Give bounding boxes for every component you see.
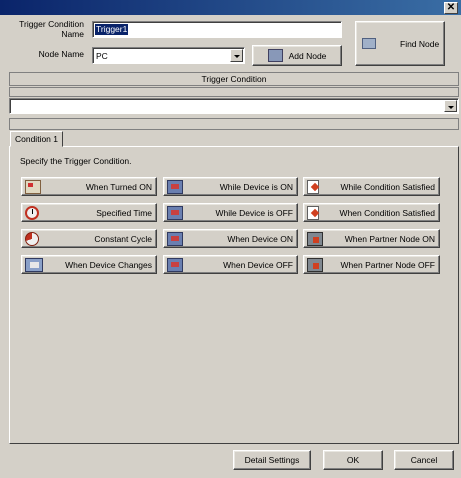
- close-button[interactable]: ✕: [444, 2, 458, 14]
- screen-icon: [167, 205, 183, 220]
- add-node-icon: [267, 49, 283, 62]
- condition-doc-icon: [307, 179, 319, 194]
- node-name-value: PC: [96, 51, 108, 61]
- title-bar: [0, 0, 461, 15]
- trigger-button-label: Constant Cycle: [94, 233, 152, 244]
- detail-settings-button[interactable]: Detail Settings: [233, 450, 311, 470]
- condition-doc-icon: [307, 205, 319, 220]
- trigger-button-label: While Condition Satisfied: [340, 181, 436, 192]
- trigger-button[interactable]: Constant Cycle: [21, 229, 157, 248]
- partner-node-icon: [307, 257, 323, 272]
- screen-icon: [167, 257, 183, 272]
- trigger-button[interactable]: When Partner Node OFF: [303, 255, 440, 274]
- detail-settings-label: Detail Settings: [244, 455, 300, 465]
- trigger-button-label: While Device is ON: [219, 181, 293, 192]
- tab-condition-1[interactable]: Condition 1: [10, 131, 63, 147]
- device-change-icon: [25, 257, 43, 272]
- trigger-button-label: When Partner Node OFF: [340, 259, 435, 270]
- close-icon: ✕: [446, 2, 456, 13]
- trigger-condition-header: Trigger Condition: [9, 72, 459, 86]
- chevron-down-icon[interactable]: [230, 49, 243, 62]
- trigger-condition-subheader: [9, 87, 459, 97]
- clock-icon: [25, 205, 39, 220]
- trigger-button-label: When Turned ON: [85, 181, 152, 192]
- ok-label: OK: [346, 455, 360, 465]
- partner-node-icon: [307, 231, 323, 246]
- trigger-button-label: When Condition Satisfied: [339, 207, 435, 218]
- trigger-name-value: Trigger1: [95, 24, 129, 35]
- cancel-button[interactable]: Cancel: [394, 450, 454, 470]
- node-name-label: Node Name: [38, 49, 84, 59]
- node-name-select[interactable]: PC: [92, 47, 245, 64]
- trigger-button[interactable]: While Device is OFF: [163, 203, 298, 222]
- screen-icon: [167, 179, 183, 194]
- trigger-button-label: When Device OFF: [223, 259, 293, 270]
- cancel-label: Cancel: [410, 455, 438, 465]
- trigger-button[interactable]: When Device OFF: [163, 255, 298, 274]
- condition-bar: [9, 118, 459, 130]
- add-node-label: Add Node: [288, 50, 327, 61]
- trigger-condition-select[interactable]: [9, 98, 459, 114]
- trigger-button-label: When Device Changes: [65, 259, 152, 270]
- instruction-text: Specify the Trigger Condition.: [20, 156, 132, 166]
- chevron-down-icon[interactable]: [444, 100, 457, 112]
- find-node-label: Find Node: [400, 39, 440, 49]
- trigger-name-label: Trigger Condition Name: [19, 19, 84, 39]
- cycle-icon: [25, 231, 39, 246]
- find-node-button[interactable]: Find Node: [355, 21, 445, 66]
- trigger-button[interactable]: Specified Time: [21, 203, 157, 222]
- trigger-name-field[interactable]: Trigger1: [92, 21, 342, 38]
- trigger-button[interactable]: When Device ON: [163, 229, 298, 248]
- trigger-button[interactable]: When Turned ON: [21, 177, 157, 196]
- trigger-button-label: When Device ON: [227, 233, 293, 244]
- ok-button[interactable]: OK: [323, 450, 383, 470]
- trigger-button[interactable]: While Device is ON: [163, 177, 298, 196]
- trigger-button[interactable]: When Condition Satisfied: [303, 203, 440, 222]
- trigger-button-label: Specified Time: [96, 207, 152, 218]
- add-node-button[interactable]: Add Node: [252, 45, 342, 66]
- trigger-button[interactable]: While Condition Satisfied: [303, 177, 440, 196]
- trigger-button[interactable]: When Device Changes: [21, 255, 157, 274]
- find-node-icon: [362, 38, 376, 49]
- screen-icon: [167, 231, 183, 246]
- trigger-button-label: When Partner Node ON: [344, 233, 435, 244]
- trigger-button[interactable]: When Partner Node ON: [303, 229, 440, 248]
- trigger-button-label: While Device is OFF: [215, 207, 293, 218]
- hand-switch-icon: [25, 179, 41, 194]
